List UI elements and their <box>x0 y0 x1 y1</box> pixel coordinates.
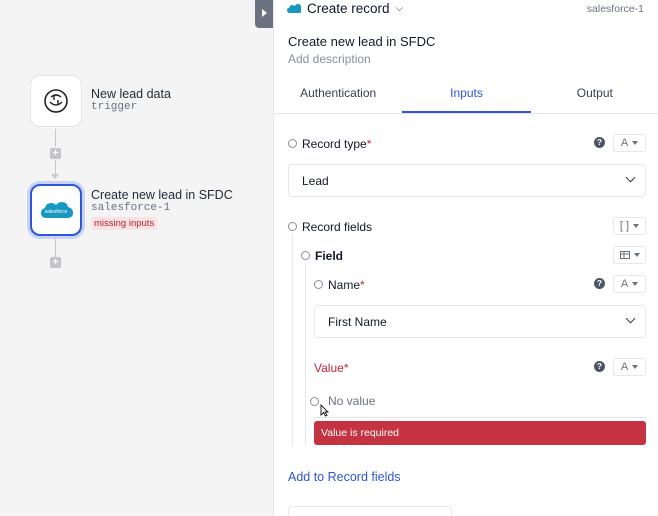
name-radio[interactable] <box>314 280 323 289</box>
missing-inputs-badge: missing inputs <box>91 217 158 230</box>
name-select[interactable]: First Name <box>314 305 646 338</box>
action-node-title: Create new lead in SFDC <box>91 188 233 202</box>
help-icon[interactable]: ? <box>594 278 605 289</box>
caret-down-icon <box>632 365 639 369</box>
help-icon[interactable]: ? <box>594 137 605 148</box>
action-node[interactable]: salesforce <box>30 184 82 236</box>
action-title[interactable]: Create new lead in SFDC <box>288 34 435 49</box>
caret-down-icon <box>632 141 639 145</box>
trigger-node[interactable] <box>30 75 82 127</box>
action-node-subtitle: salesforce-1 <box>91 202 171 214</box>
caret-down-icon <box>633 253 640 257</box>
next-field-box[interactable] <box>288 506 452 516</box>
tab-inputs[interactable]: Inputs <box>402 78 531 113</box>
value-error-message: Value is required <box>314 421 646 445</box>
add-step-plus-icon[interactable]: + <box>50 148 61 159</box>
value-label: Value* <box>314 361 349 375</box>
mouse-pointer-icon <box>320 404 329 417</box>
salesforce-icon <box>287 4 301 13</box>
record-type-label: Record type* <box>302 137 372 151</box>
tree-guide-line <box>292 234 293 446</box>
trigger-icon <box>44 89 68 113</box>
svg-text:salesforce: salesforce <box>45 209 68 215</box>
connector-line <box>55 160 56 175</box>
value-placeholder: No value <box>328 394 376 408</box>
record-fields-radio[interactable] <box>288 222 297 231</box>
salesforce-icon: salesforce <box>41 202 73 218</box>
arrow-down-icon <box>51 174 59 179</box>
tab-authentication[interactable]: Authentication <box>274 78 402 113</box>
record-fields-type-button[interactable]: [ ] <box>613 217 646 235</box>
config-panel: Create record ⌵ salesforce-1 Create new … <box>273 0 658 516</box>
chevron-down-icon <box>625 313 636 324</box>
table-icon <box>619 251 630 259</box>
connector-name: salesforce-1 <box>586 3 644 15</box>
collapse-panel-button[interactable] <box>255 0 273 28</box>
trigger-node-title: New lead data <box>91 87 171 101</box>
caret-down-icon <box>633 224 640 228</box>
workflow-canvas: New lead data trigger + salesforce Creat… <box>0 0 273 516</box>
name-label: Name* <box>328 278 365 292</box>
inputs-form: Record type* ? A Lead Record fields [ ] … <box>274 114 658 516</box>
record-fields-label: Record fields <box>302 220 373 234</box>
action-type-dropdown[interactable]: Create record ⌵ <box>307 1 403 16</box>
field-type-button[interactable] <box>613 246 646 264</box>
tab-output[interactable]: Output <box>531 78 658 113</box>
chevron-down-icon: ⌵ <box>395 3 404 14</box>
field-label: Field <box>315 249 344 263</box>
record-type-radio[interactable] <box>288 139 297 148</box>
value-input[interactable]: No value <box>314 385 646 418</box>
connector-line <box>55 238 56 257</box>
panel-tabs: Authentication Inputs Output <box>274 78 658 114</box>
tree-guide-line <box>305 264 306 446</box>
value-type-button[interactable]: A <box>613 358 646 376</box>
help-icon[interactable]: ? <box>594 361 605 372</box>
description-field[interactable]: Add description <box>288 52 371 66</box>
add-step-plus-icon[interactable]: + <box>50 257 61 268</box>
connector-line <box>55 129 56 147</box>
action-type-label: Create record <box>307 1 390 16</box>
chevron-down-icon <box>625 172 636 183</box>
add-to-record-fields-link[interactable]: Add to Record fields <box>288 470 401 484</box>
name-type-button[interactable]: A <box>613 275 646 293</box>
field-radio[interactable] <box>301 251 310 260</box>
record-type-type-button[interactable]: A <box>613 134 646 152</box>
caret-down-icon <box>632 282 639 286</box>
trigger-node-subtitle: trigger <box>91 101 138 113</box>
record-type-select[interactable]: Lead <box>288 164 646 197</box>
